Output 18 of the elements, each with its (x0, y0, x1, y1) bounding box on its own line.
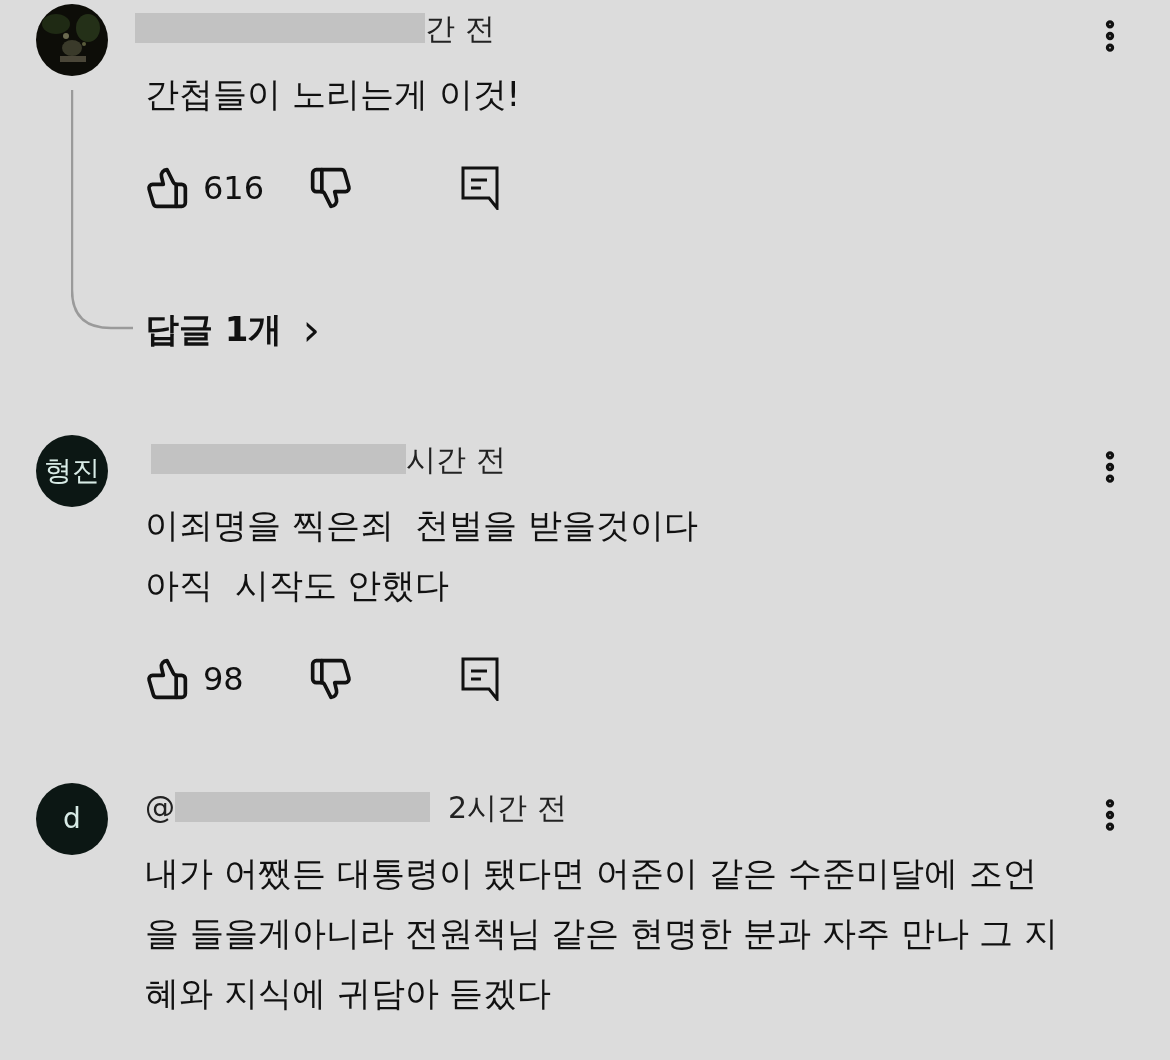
replies-link[interactable]: 답글 1개 › (145, 304, 321, 355)
username-prefix: @ (145, 788, 175, 827)
like-icon[interactable] (145, 657, 189, 701)
avatar[interactable]: d (36, 783, 108, 855)
like-icon[interactable] (145, 166, 189, 210)
comment-text: 이죄명을 찍은죄 천벌을 받을것이다 아직 시작도 안했다 (145, 504, 700, 607)
avatar[interactable]: 형진 (36, 435, 108, 507)
comment-text: 간첩들이 노리는게 이것! (145, 73, 522, 116)
like-count: 616 (203, 168, 263, 209)
reply-icon[interactable] (461, 657, 499, 701)
timestamp: 시간 전 (406, 440, 506, 479)
dislike-icon[interactable] (309, 657, 353, 701)
timestamp: 간 전 (425, 9, 495, 48)
timestamp: 2시간 전 (448, 788, 567, 827)
dislike-icon[interactable] (309, 166, 353, 210)
reply-icon[interactable] (461, 166, 499, 210)
comment-text: 내가 어쨌든 대통령이 됐다면 어준이 같은 수준미달에 조언을 들을게아니라 전원책님 같은 현명한 분과 자주 만나 그 지혜와 지식에 귀담아 듣겠다 (145, 852, 1060, 1015)
like-count: 98 (203, 659, 245, 700)
